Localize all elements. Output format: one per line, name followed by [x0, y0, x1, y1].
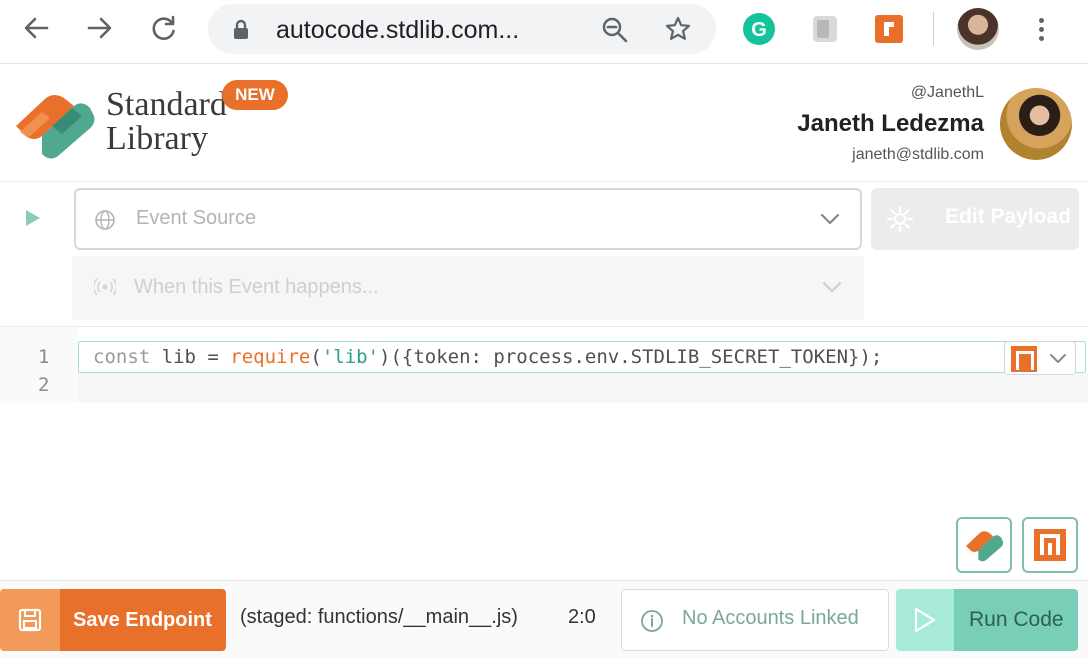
profile-avatar[interactable] [957, 8, 999, 50]
chevron-down-icon[interactable] [820, 212, 840, 231]
run-code-button[interactable]: Run Code [896, 589, 1078, 651]
linked-accounts-button[interactable]: No Accounts Linked [621, 589, 889, 651]
edit-payload-label: Edit Payload [945, 205, 1072, 228]
code-string: 'lib' [321, 346, 380, 368]
toolbar-divider [933, 12, 934, 46]
save-endpoint-button[interactable]: Save Endpoint [0, 589, 226, 651]
code-variable: lib = [150, 346, 231, 368]
editor-footer: Save Endpoint (staged: functions/__main_… [0, 580, 1088, 658]
globe-icon [94, 209, 116, 236]
event-source-placeholder: Event Source [136, 207, 257, 229]
forward-arrow-icon[interactable] [84, 12, 116, 44]
code-line-active[interactable] [78, 373, 1088, 403]
event-source-dropdown[interactable]: Event Source [74, 188, 862, 250]
chevron-down-icon [1049, 352, 1067, 370]
line-number: 1 [38, 346, 50, 368]
play-triangle-icon[interactable] [24, 208, 42, 233]
stdlib-extension-icon[interactable] [872, 12, 906, 46]
library-picker-button[interactable] [1004, 341, 1076, 375]
linked-accounts-label: No Accounts Linked [682, 607, 859, 629]
grammarly-extension-icon[interactable]: G [742, 12, 776, 46]
line-gutter: 1 2 [0, 327, 78, 403]
user-handle: @JanethL [910, 84, 984, 101]
code-line[interactable]: const lib = require('lib')({token: proce… [78, 341, 1086, 373]
user-name: Janeth Ledezma [797, 110, 984, 137]
stdlib-logo-icon[interactable] [12, 86, 96, 162]
edit-payload-button[interactable]: Edit Payload [871, 188, 1079, 250]
back-arrow-icon[interactable] [20, 12, 52, 44]
event-trigger-dropdown[interactable]: When this Event happens... [72, 256, 864, 320]
bookmark-star-icon[interactable] [664, 15, 692, 48]
broadcast-icon [92, 278, 118, 301]
staged-file-status: (staged: functions/__main__.js) [240, 606, 518, 628]
cursor-position: 2:0 [568, 606, 596, 628]
stdlib-library-icon [1011, 346, 1037, 372]
code-keyword: const [93, 346, 151, 368]
app-header: Standard Library NEW @JanethL Janeth Led… [0, 64, 1088, 182]
event-trigger-placeholder: When this Event happens... [134, 276, 379, 298]
stdlib-logo-button[interactable] [956, 517, 1012, 573]
user-email: janeth@stdlib.com [852, 146, 984, 163]
address-bar[interactable]: autocode.stdlib.com... [208, 4, 716, 54]
user-avatar[interactable] [1000, 88, 1072, 160]
line-number: 2 [38, 374, 50, 396]
brand-name[interactable]: Standard Library [106, 88, 227, 156]
svg-text:G: G [751, 19, 767, 41]
brand-line-2: Library [106, 120, 208, 157]
save-endpoint-label: Save Endpoint [60, 589, 226, 651]
code-function: require [230, 346, 311, 368]
notion-extension-icon[interactable] [808, 12, 842, 46]
code-paren: ( [310, 346, 322, 368]
more-menu-icon[interactable] [1030, 12, 1052, 46]
new-badge: NEW [222, 80, 288, 110]
brand-line-1: Standard [106, 86, 227, 123]
gear-icon [885, 204, 915, 239]
code-text[interactable]: const lib = require('lib')({token: proce… [93, 346, 882, 368]
chevron-down-icon[interactable] [822, 280, 842, 299]
zoom-icon[interactable] [601, 16, 629, 49]
run-code-label: Run Code [954, 589, 1078, 651]
play-icon [896, 589, 954, 651]
lock-icon [232, 19, 250, 46]
code-editor[interactable]: 1 2 const lib = require('lib')({token: p… [0, 326, 1088, 578]
reload-icon[interactable] [148, 12, 180, 44]
stdlib-library-button[interactable] [1022, 517, 1078, 573]
url-text[interactable]: autocode.stdlib.com... [276, 16, 519, 45]
save-icon [0, 589, 60, 651]
browser-toolbar: autocode.stdlib.com... G [0, 0, 1088, 64]
info-icon [640, 609, 664, 638]
code-rest: )({token: process.env.STDLIB_SECRET_TOKE… [379, 346, 883, 368]
